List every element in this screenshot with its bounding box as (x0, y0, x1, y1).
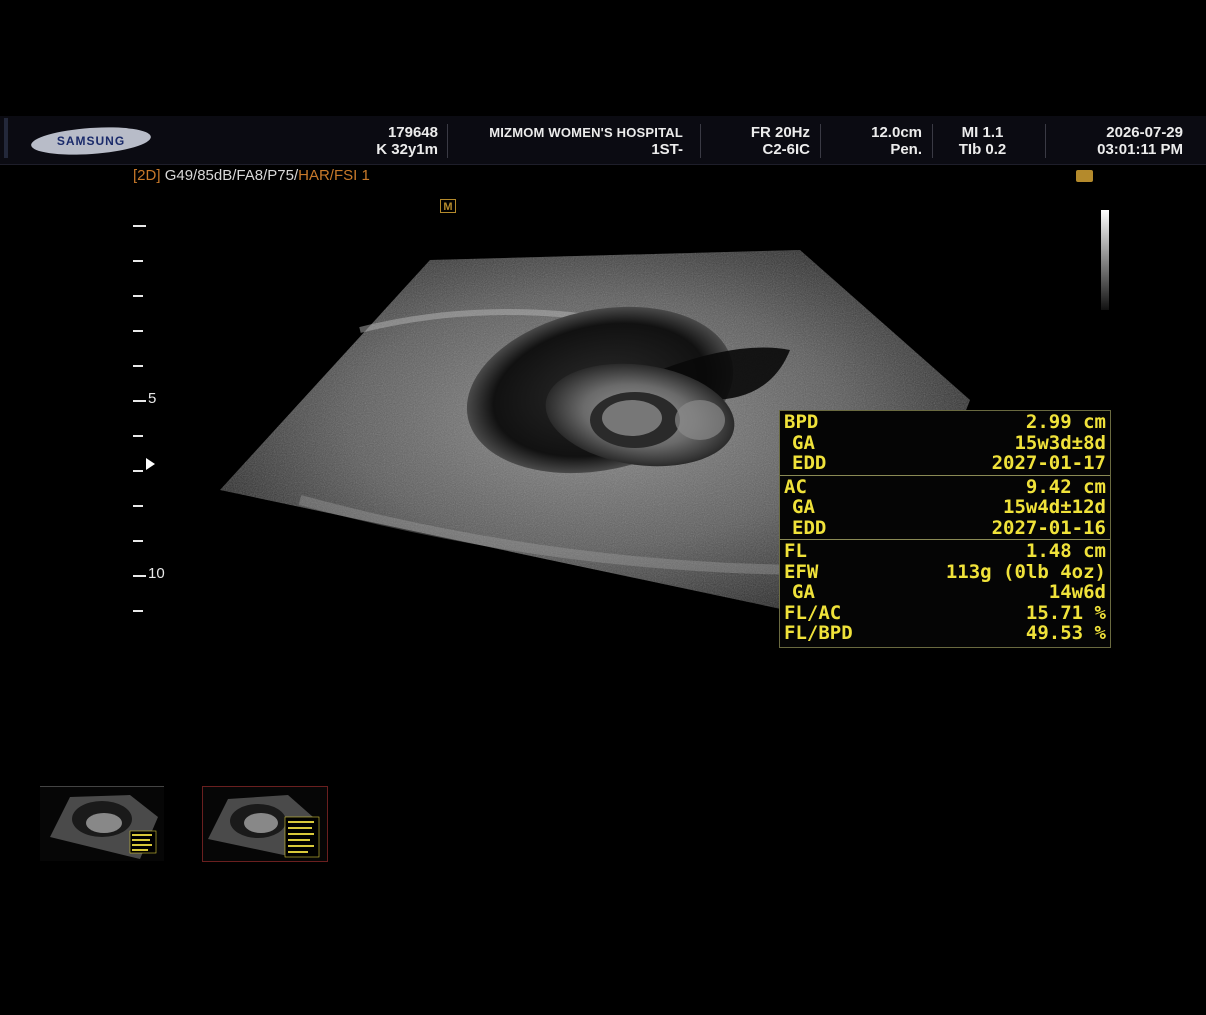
bpd-group: BPD 2.99 cm GA 15w3d±8d EDD 2027-01-17 (780, 411, 1110, 476)
tib-value: TIb 0.2 (958, 141, 1007, 158)
measure-key: GA (792, 496, 815, 518)
patient-info: K 32y1m (376, 141, 438, 158)
measure-value: 2027-01-16 (991, 516, 1106, 539)
measure-value: 15w3d±8d (1014, 431, 1106, 454)
time: 03:01:11 PM (1097, 141, 1183, 158)
depth-tick (133, 295, 143, 297)
measure-value: 14w6d (1048, 581, 1106, 603)
depth-tick (133, 260, 143, 262)
measure-row: AC 9.42 cm (780, 475, 1110, 498)
measure-key: FL/AC (784, 601, 842, 624)
measure-value: 9.42 cm (1025, 475, 1106, 498)
header-divider (932, 124, 933, 158)
header-bar: SAMSUNG 179648 K 32y1m MIZMOM WOMEN'S HO… (0, 116, 1206, 165)
safety-index-block: MI 1.1 TIb 0.2 (940, 124, 1025, 158)
header-divider (1045, 124, 1046, 158)
measure-key: EDD (792, 452, 827, 474)
measure-value: 15.71 % (1025, 601, 1106, 624)
measure-value: 49.53 % (1025, 622, 1106, 644)
thumbnail-image (208, 795, 320, 858)
depth-tick (133, 575, 146, 577)
frame-rate: FR 20Hz (750, 124, 810, 141)
preset-name: Pen. (890, 141, 922, 158)
measure-row: EFW 113g (0lb 4oz) (780, 560, 1110, 583)
depth-label-10: 10 (148, 565, 165, 582)
mi-value: MI 1.1 (961, 124, 1004, 141)
measure-row: EDD 2027-01-16 (780, 516, 1110, 539)
har-fsi: HAR/FSI 1 (298, 167, 370, 184)
hospital-sub: 1ST- (651, 141, 683, 158)
measure-key: FL (784, 540, 807, 562)
measurement-results-panel: BPD 2.99 cm GA 15w3d±8d EDD 2027-01-17 AC 9.… (779, 410, 1111, 648)
measure-value: 2.99 cm (1025, 411, 1106, 433)
depth-tick (133, 435, 143, 437)
clipboard-thumbnail-1[interactable] (40, 786, 164, 861)
samsung-logo: SAMSUNG (31, 127, 151, 155)
depth-tick (133, 470, 143, 472)
clipboard-thumbnail-2[interactable] (202, 786, 328, 862)
hospital-name: MIZMOM WOMEN'S HOSPITAL (489, 125, 683, 140)
grayscale-bar (1101, 210, 1109, 310)
depth-tick (133, 365, 143, 367)
depth-tick (133, 225, 146, 227)
header-divider (447, 124, 448, 158)
date: 2026-07-29 (1106, 124, 1183, 141)
depth-tick (133, 540, 143, 542)
header-divider (820, 124, 821, 158)
measure-key: FL/BPD (784, 622, 853, 644)
measure-row: GA 15w3d±8d (780, 431, 1110, 454)
datetime-block: 2026-07-29 03:01:11 PM (1055, 124, 1183, 158)
svg-text:SAMSUNG: SAMSUNG (57, 134, 125, 148)
measure-key: EFW (784, 560, 819, 583)
m-orientation-icon: M (440, 199, 456, 213)
focus-arrow-icon[interactable] (146, 458, 155, 470)
probe-name: C2-6IC (762, 141, 810, 158)
header-edge (4, 118, 8, 158)
mode-params: G49/85dB/FA8/P75/ (164, 167, 299, 184)
measure-value: 1.48 cm (1025, 540, 1106, 562)
measure-key: EDD (792, 516, 827, 539)
measure-key: GA (792, 581, 815, 603)
depth-tick (133, 610, 143, 612)
measure-key: AC (784, 475, 807, 498)
patient-id: 179648 (387, 124, 438, 141)
measure-key: GA (792, 431, 815, 454)
depth-tick (133, 400, 146, 402)
measure-row: EDD 2027-01-17 (780, 453, 1110, 474)
patient-block: 179648 K 32y1m (350, 124, 438, 158)
measure-value: 15w4d±12d (1003, 496, 1106, 518)
depth-block: 12.0cm Pen. (830, 124, 922, 158)
depth-tick (133, 505, 143, 507)
measure-key: BPD (784, 411, 819, 433)
measure-row: BPD 2.99 cm (780, 412, 1110, 433)
depth-tick (133, 330, 143, 332)
fl-group: FL 1.48 cm EFW 113g (0lb 4oz) GA 14w6d FL/A… (780, 540, 1110, 645)
depth-label-5: 5 (148, 390, 157, 407)
mode-tag: [2D] (133, 167, 161, 184)
header-divider (700, 124, 701, 158)
measure-value: 113g (0lb 4oz) (945, 560, 1106, 583)
depth-value: 12.0cm (871, 124, 922, 141)
measure-value: 2027-01-17 (991, 452, 1106, 474)
bodymark-icon (1076, 170, 1093, 182)
measure-row: GA 15w4d±12d (780, 497, 1110, 518)
imaging-params: [2D] G49/85dB/FA8/P75/HAR/FSI 1 (133, 167, 370, 184)
hospital-block: MIZMOM WOMEN'S HOSPITAL 1ST- (455, 124, 683, 158)
ac-group: AC 9.42 cm GA 15w4d±12d EDD 2027-01-16 (780, 475, 1110, 540)
measure-row: FL/BPD 49.53 % (780, 623, 1110, 644)
probe-block: FR 20Hz C2-6IC (712, 124, 810, 158)
measure-row: GA 14w6d (780, 582, 1110, 603)
measure-row: FL 1.48 cm (780, 541, 1110, 562)
measure-row: FL/AC 15.71 % (780, 601, 1110, 624)
thumbnail-image (50, 795, 158, 859)
